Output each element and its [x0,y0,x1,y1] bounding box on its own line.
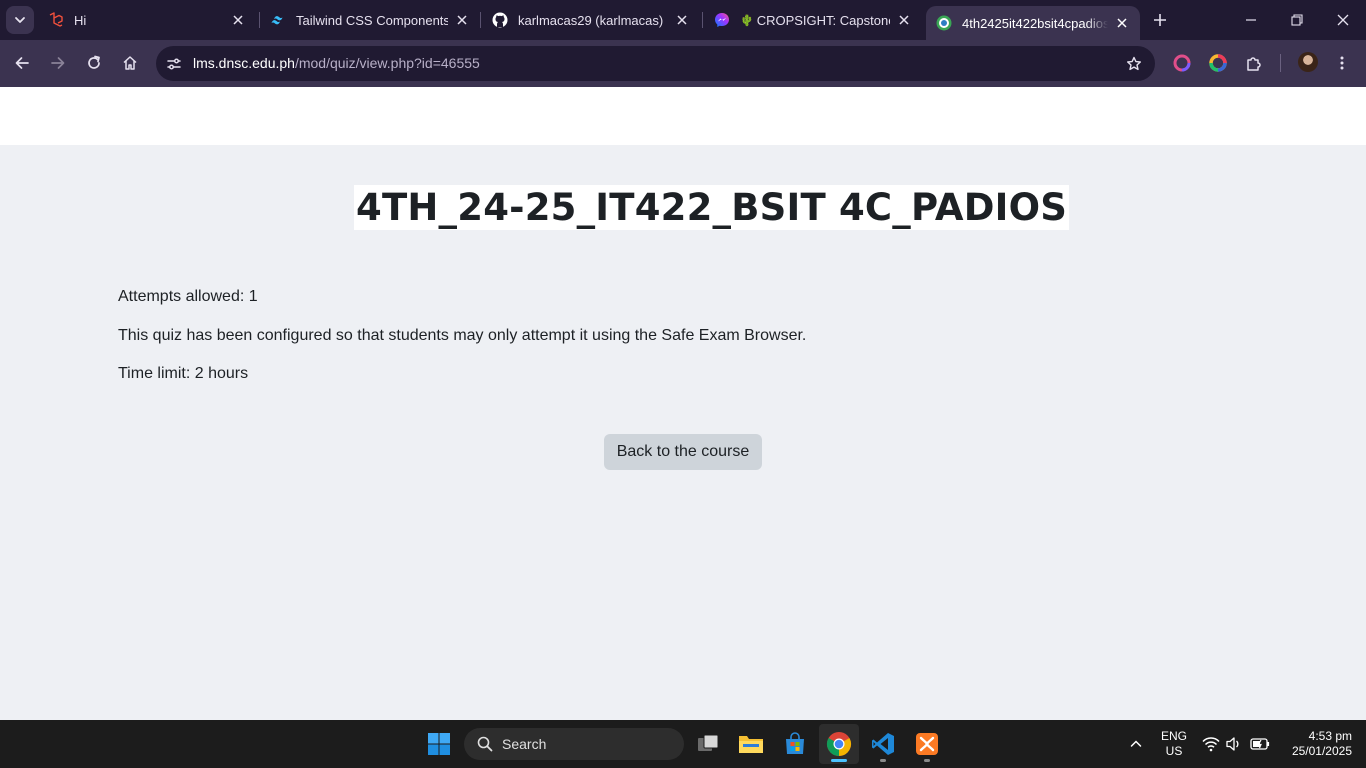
tab-search-button[interactable] [6,6,34,34]
store-icon [786,732,804,754]
tailwind-icon [270,12,286,28]
browser-toolbar: lms.dnsc.edu.ph/mod/quiz/view.php?id=465… [0,40,1366,87]
clock[interactable]: 4:53 pm 25/01/2025 [1280,729,1352,759]
arrow-right-icon [51,57,65,69]
tab-title: CROPSIGHT: Capstone Gr [756,12,890,28]
language-code: ENG [1160,729,1187,743]
toolbar-divider [1280,54,1281,72]
tab-strip: Hi Tailwind CSS Components - karlmacas29… [0,0,1366,40]
windows-logo-icon [428,733,450,755]
url-host: lms.dnsc.edu.ph [193,55,295,71]
chevron-down-icon [15,17,25,23]
chevron-up-icon [1130,740,1142,747]
reload-button[interactable] [79,48,109,78]
safe-exam-browser-notice: This quiz has been configured so that st… [118,327,807,344]
tab-github[interactable]: karlmacas29 (karlmacas) [482,6,700,34]
tab-title: Tailwind CSS Components - [296,12,448,28]
tab-title: 4th2425it422bsit4cpadios17 [962,15,1108,31]
task-view-icon [698,734,719,751]
close-icon[interactable] [896,12,912,28]
close-icon[interactable] [454,12,470,28]
vscode-icon [872,733,894,755]
running-indicator [880,759,886,762]
clock-time: 4:53 pm [1308,729,1352,743]
tab-tailwind[interactable]: Tailwind CSS Components - [260,6,480,34]
tab-title: karlmacas29 (karlmacas) [518,12,664,28]
extensions-puzzle-icon[interactable] [1243,52,1265,74]
profile-avatar[interactable] [1298,52,1318,72]
plus-icon [1154,14,1166,26]
home-button[interactable] [115,48,145,78]
running-indicator [924,759,930,762]
close-icon[interactable] [230,12,246,28]
taskbar-search-box[interactable]: Search [464,728,684,760]
cactus-emoji: 🌵 [740,14,754,27]
url-path: /mod/quiz/view.php?id=46555 [294,55,480,71]
minimize-icon [1246,19,1256,21]
windows-taskbar: Search ENG US 4:53 pm 25/01/2025 [0,720,1366,768]
tab-separator [702,12,703,28]
tab-separator [480,12,481,28]
chrome-taskbar-button[interactable] [819,724,859,764]
moodle-icon [936,15,952,31]
close-icon [1337,14,1349,26]
back-to-course-button[interactable]: Back to the course [604,434,762,470]
volume-icon[interactable] [1224,734,1244,754]
close-window-button[interactable] [1320,0,1366,40]
messenger-icon [714,12,730,28]
search-label: Search [502,736,547,752]
forward-button[interactable] [43,48,73,78]
tab-title: Hi [74,12,87,28]
input-language-indicator[interactable]: ENG US [1156,729,1192,759]
back-button[interactable] [7,48,37,78]
vscode-taskbar-button[interactable] [863,724,903,764]
xampp-icon [916,733,938,755]
search-icon [476,735,494,753]
xampp-taskbar-button[interactable] [907,724,947,764]
file-explorer-button[interactable] [731,724,771,764]
reload-icon [88,55,100,69]
page-title: 4TH_24-25_IT422_BSIT 4C_PADIOS [354,185,1070,230]
tab-cropsight[interactable]: 🌵 CROPSIGHT: Capstone Gr [704,6,922,34]
close-icon[interactable] [1114,15,1130,31]
address-bar[interactable]: lms.dnsc.edu.ph/mod/quiz/view.php?id=465… [156,46,1155,81]
minimize-button[interactable] [1228,0,1274,40]
url-text[interactable]: lms.dnsc.edu.ph/mod/quiz/view.php?id=465… [193,55,480,71]
tab-hi[interactable]: Hi [38,6,256,34]
restore-icon [1291,14,1303,26]
tab-quiz-active[interactable]: 4th2425it422bsit4cpadios17 [926,6,1140,40]
close-icon[interactable] [674,12,690,28]
restore-button[interactable] [1274,0,1320,40]
time-limit-text: Time limit: 2 hours [118,365,249,382]
clock-date: 25/01/2025 [1291,744,1352,758]
page-header-bar [0,87,1366,145]
battery-charging-icon[interactable] [1250,734,1270,754]
site-info-icon[interactable] [163,53,185,75]
home-icon [123,56,137,70]
start-button[interactable] [419,724,459,764]
folder-icon [739,736,763,753]
show-hidden-icons-button[interactable] [1126,734,1146,754]
github-icon [492,12,508,28]
extension-ring-icon[interactable] [1171,52,1193,74]
new-tab-button[interactable] [1148,8,1172,32]
more-vertical-icon [1340,56,1344,70]
arrow-left-icon [15,57,29,69]
laravel-icon [48,12,64,28]
page-content: 4TH_24-25_IT422_BSIT 4C_PADIOS Attempts … [0,145,1366,720]
extension-color-wheel-icon[interactable] [1207,52,1229,74]
task-view-button[interactable] [688,724,728,764]
active-indicator [831,759,847,762]
bookmark-star-icon[interactable] [1123,53,1145,75]
microsoft-store-button[interactable] [775,724,815,764]
region-code: US [1165,744,1183,758]
chrome-icon [826,732,852,756]
attempts-allowed-text: Attempts allowed: 1 [118,288,258,305]
chrome-menu-button[interactable] [1327,48,1357,78]
wifi-icon[interactable] [1201,734,1221,754]
